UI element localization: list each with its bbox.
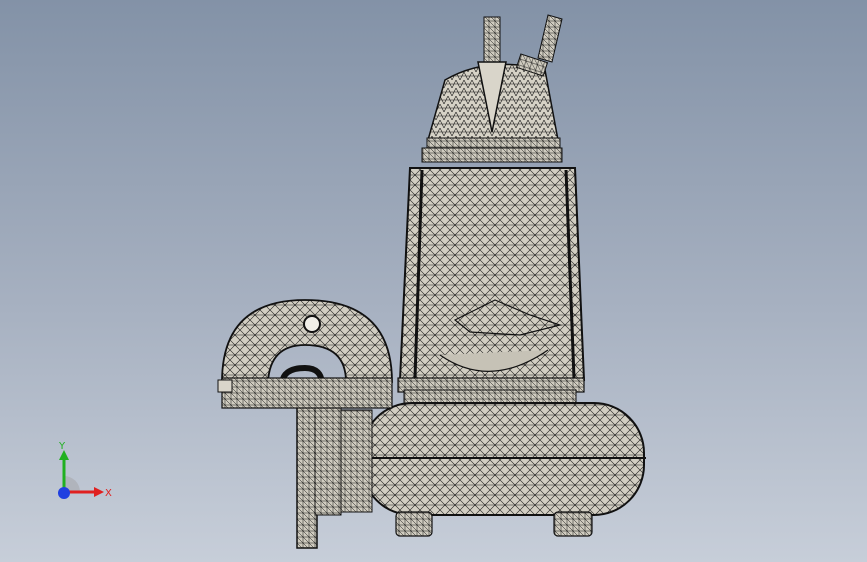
graphics-viewport[interactable]: Y X [0, 0, 867, 562]
motor-flange [397, 377, 585, 405]
volute-casing [339, 402, 646, 516]
motor-body [398, 167, 586, 381]
z-axis-dot [58, 487, 70, 499]
coordinate-triad: Y X [58, 441, 112, 499]
x-axis-arrow [94, 487, 104, 497]
cable-gland [515, 14, 563, 77]
x-axis-label: X [105, 488, 112, 499]
y-axis-label: Y [58, 441, 66, 452]
guide-bracket [217, 299, 393, 409]
pump-model[interactable] [0, 0, 867, 562]
